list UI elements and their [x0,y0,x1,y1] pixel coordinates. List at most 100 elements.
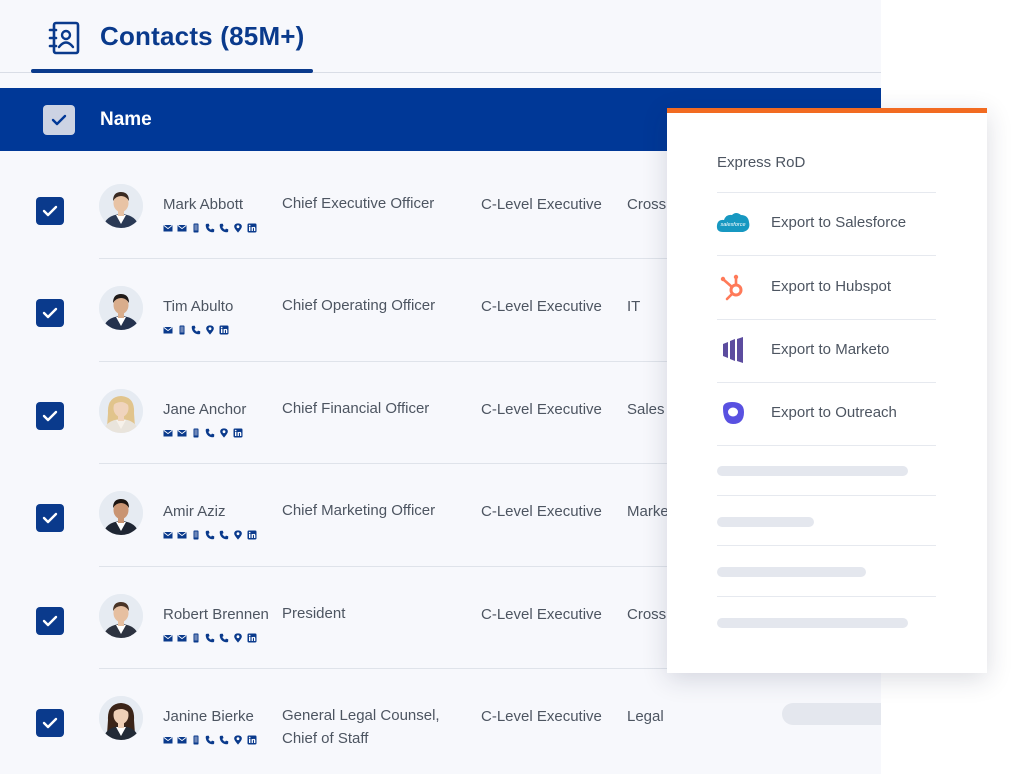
department: Cross [627,606,667,623]
outreach-logo-icon [715,398,751,428]
management-level: C-Level Executive [481,606,602,623]
loading-placeholder [782,703,881,725]
contact-name[interactable]: Amir Aziz [163,503,226,520]
location-icon[interactable] [233,630,243,643]
job-title: General Legal Counsel, Chief of Staff [282,704,440,750]
email-icon[interactable] [177,527,187,539]
contact-name[interactable]: Tim Abulto [163,298,233,315]
location-icon[interactable] [233,527,243,540]
contact-row[interactable]: Janine Bierke General Legal Counsel, Chief… [0,670,881,772]
phone-icon[interactable] [219,527,229,540]
location-icon[interactable] [233,732,243,745]
linkedin-icon[interactable] [247,527,257,540]
linkedin-icon[interactable] [233,425,243,438]
row-checkbox[interactable] [36,709,64,737]
email-icon[interactable] [163,220,173,232]
job-title-line-2: Chief of Staff [282,730,369,747]
location-icon[interactable] [205,322,215,335]
select-all-checkbox[interactable] [43,105,75,135]
contact-book-icon [48,20,82,56]
linkedin-icon[interactable] [247,220,257,233]
export-outreach-item[interactable]: Export to Outreach [707,394,967,434]
phone-icon[interactable] [205,425,215,438]
location-icon[interactable] [219,425,229,438]
email-icon[interactable] [177,425,187,437]
hubspot-logo-icon [715,272,751,302]
name-column-header[interactable]: Name [100,109,152,131]
export-marketo-label: Export to Marketo [771,341,890,358]
job-title-line: President [282,605,346,622]
menu-divider [717,382,936,383]
mobile-icon[interactable] [191,220,201,233]
export-marketo-item[interactable]: Export to Marketo [707,331,967,371]
contact-channel-icons [163,321,229,335]
export-hubspot-item[interactable]: Export to Hubspot [707,268,967,308]
linkedin-icon[interactable] [247,732,257,745]
email-icon[interactable] [163,527,173,539]
department: Legal [627,708,664,725]
tab-active-indicator [31,69,313,73]
mobile-icon[interactable] [177,322,187,335]
mobile-icon[interactable] [191,732,201,745]
menu-placeholder-line [717,618,908,628]
contact-name[interactable]: Robert Brennen [163,606,269,623]
phone-icon[interactable] [219,220,229,233]
phone-icon[interactable] [205,527,215,540]
row-checkbox[interactable] [36,299,64,327]
linkedin-icon[interactable] [247,630,257,643]
contact-name[interactable]: Jane Anchor [163,401,246,418]
menu-placeholder-line [717,517,814,527]
phone-icon[interactable] [205,220,215,233]
phone-icon[interactable] [219,630,229,643]
row-checkbox[interactable] [36,197,64,225]
email-icon[interactable] [177,220,187,232]
job-title: Chief Executive Officer [282,192,434,215]
export-hubspot-label: Export to Hubspot [771,278,892,295]
phone-icon[interactable] [205,630,215,643]
tab-contacts[interactable]: Contacts (85M+) [100,21,305,52]
email-icon[interactable] [163,322,173,334]
job-title-line: Chief Executive Officer [282,195,435,212]
linkedin-icon[interactable] [219,322,229,335]
job-title-line: Chief Marketing Officer [282,502,436,519]
menu-divider [717,255,936,256]
department: Sales [627,401,665,418]
avatar [99,184,143,228]
email-icon[interactable] [163,630,173,642]
avatar [99,594,143,638]
menu-placeholder-line [717,466,908,476]
menu-header: Express RoD [717,154,806,171]
email-icon[interactable] [163,425,173,437]
management-level: C-Level Executive [481,503,602,520]
row-checkbox[interactable] [36,402,64,430]
email-icon[interactable] [177,630,187,642]
job-title-line: Chief Financial Officer [282,400,430,417]
contact-channel-icons [163,526,257,540]
management-level: C-Level Executive [481,196,602,213]
export-salesforce-item[interactable]: salesforce Export to Salesforce [707,204,967,244]
menu-accent-bar [667,108,987,113]
contact-channel-icons [163,219,257,233]
email-icon[interactable] [163,732,173,744]
mobile-icon[interactable] [191,630,201,643]
contact-name[interactable]: Janine Bierke [163,708,254,725]
export-menu: Express RoD salesforce Export to Salesfo… [667,108,987,673]
row-checkbox[interactable] [36,504,64,532]
contact-name[interactable]: Mark Abbott [163,196,243,213]
contact-channel-icons [163,731,257,745]
mobile-icon[interactable] [191,527,201,540]
phone-icon[interactable] [219,732,229,745]
mobile-icon[interactable] [191,425,201,438]
phone-icon[interactable] [205,732,215,745]
job-title: President [282,602,345,625]
avatar [99,491,143,535]
management-level: C-Level Executive [481,708,602,725]
location-icon[interactable] [233,220,243,233]
menu-divider [717,596,936,597]
row-checkbox[interactable] [36,607,64,635]
tab-bar: Contacts (85M+) [0,0,881,74]
phone-icon[interactable] [191,322,201,335]
email-icon[interactable] [177,732,187,744]
export-outreach-label: Export to Outreach [771,404,897,421]
menu-divider [717,192,936,193]
